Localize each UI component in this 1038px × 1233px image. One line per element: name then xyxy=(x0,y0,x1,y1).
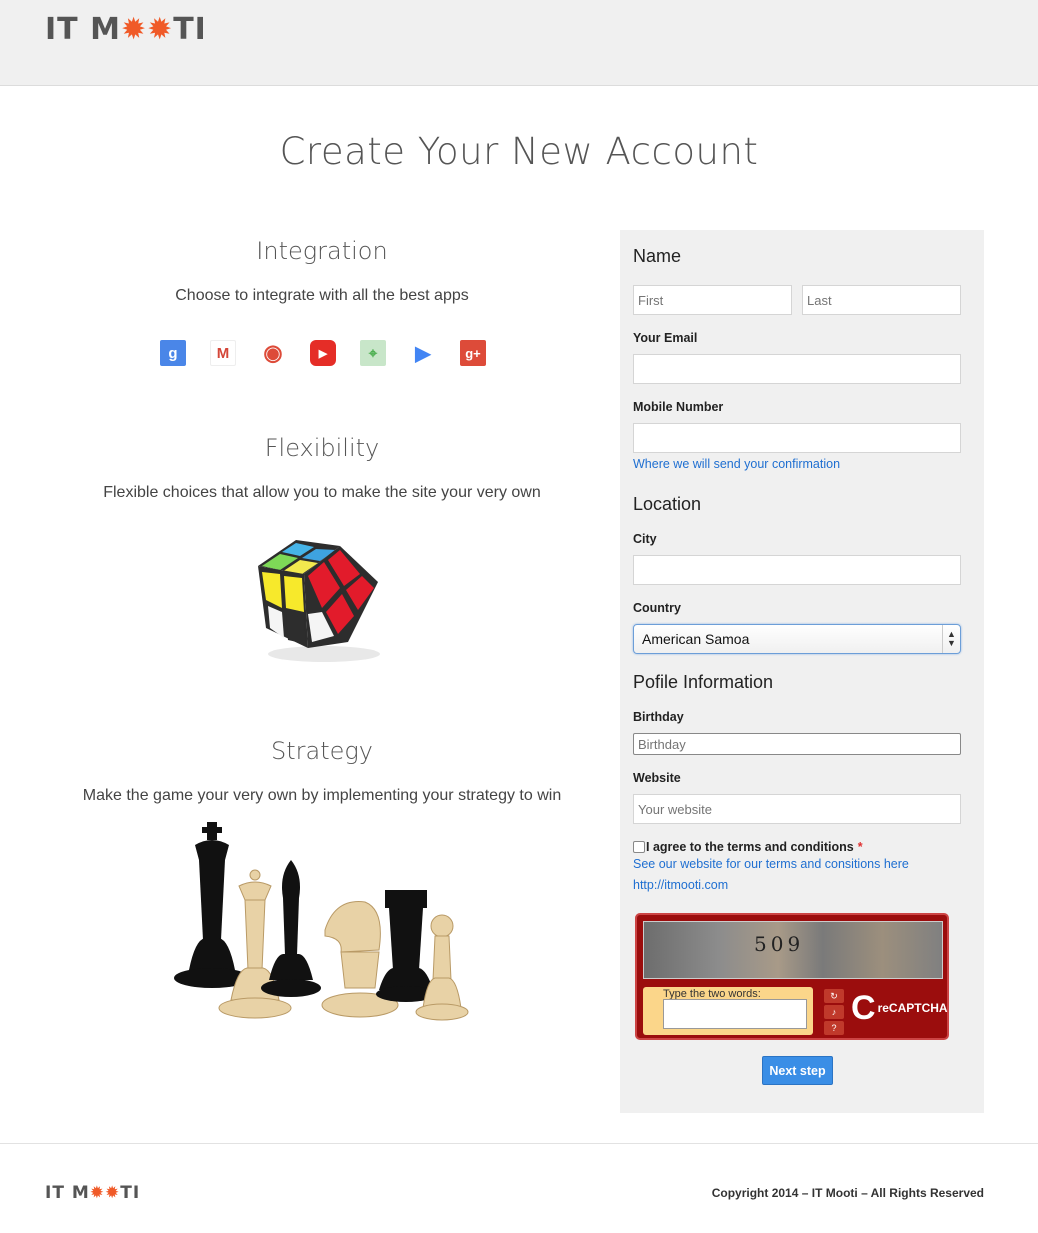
birthday-input[interactable] xyxy=(633,733,961,755)
chess-pieces-image xyxy=(174,822,469,1021)
mobile-input[interactable] xyxy=(633,423,961,453)
recaptcha-widget: 509 Type the two words: ↻ ♪ ? C reCAPTCH… xyxy=(635,913,949,1040)
google-plus-icon: g+ xyxy=(460,340,486,366)
itmooti-logo[interactable]: IT M ✹✹ TI xyxy=(45,12,207,47)
captcha-input[interactable] xyxy=(663,999,807,1029)
google-search-icon: g xyxy=(160,340,186,366)
chrome-icon: ◉ xyxy=(260,340,286,366)
email-label: Your Email xyxy=(633,331,698,345)
mobile-help-text: Where we will send your confirmation xyxy=(633,457,841,471)
refresh-icon[interactable]: ↻ xyxy=(824,989,844,1003)
country-label: Country xyxy=(633,601,681,615)
help-icon[interactable]: ? xyxy=(824,1021,844,1035)
app-icons: g M ◉ ▶ ⌖ ▶ g+ xyxy=(160,340,486,366)
first-name-input[interactable] xyxy=(633,285,792,315)
birthday-label: Birthday xyxy=(633,710,684,724)
gear-icon: ✹✹ xyxy=(120,12,174,47)
mobile-label: Mobile Number xyxy=(633,400,724,414)
strategy-text: Make the game your very own by implement… xyxy=(82,787,562,804)
required-mark: * xyxy=(857,840,863,854)
google-play-icon: ▶ xyxy=(410,340,436,366)
location-heading: Location xyxy=(633,494,702,514)
footer-divider xyxy=(0,1143,1038,1144)
footer-logo[interactable]: IT M ✹✹ TI xyxy=(45,1183,140,1203)
select-arrows-icon: ▲ ▼ xyxy=(942,625,960,653)
terms-agree-label: I agree to the terms and conditions * xyxy=(646,840,863,854)
terms-link[interactable]: See our website for our terms and consit… xyxy=(633,857,909,871)
footer-gear-icon: ✹✹ xyxy=(89,1183,121,1203)
flexibility-title: Flexibility xyxy=(264,434,380,462)
captcha-image: 509 xyxy=(643,921,943,979)
flexibility-text: Flexible choices that allow you to make … xyxy=(103,484,541,501)
integration-title: Integration xyxy=(256,237,388,265)
audio-icon[interactable]: ♪ xyxy=(824,1005,844,1019)
website-url-link[interactable]: http://itmooti.com xyxy=(633,878,728,892)
rubiks-cube-image xyxy=(258,540,380,662)
agree-text: I agree to the terms and conditions xyxy=(646,840,854,854)
page-title: Create Your New Account xyxy=(279,130,759,173)
recaptcha-logo: C reCAPTCHA xyxy=(851,991,948,1025)
country-select[interactable]: American Samoa ▲ ▼ xyxy=(633,624,961,654)
email-input[interactable] xyxy=(633,354,961,384)
footer-logo-suffix: TI xyxy=(120,1183,141,1203)
country-selected-value: American Samoa xyxy=(642,631,750,647)
city-label: City xyxy=(633,532,657,546)
header: IT M ✹✹ TI xyxy=(0,0,1038,86)
website-label: Website xyxy=(633,771,681,785)
profile-heading: Pofile Information xyxy=(633,672,774,692)
logo-text-suffix: TI xyxy=(173,12,207,47)
name-heading: Name xyxy=(633,246,682,266)
gmail-icon: M xyxy=(210,340,236,366)
google-maps-icon: ⌖ xyxy=(360,340,386,366)
strategy-title: Strategy xyxy=(271,737,373,765)
footer-logo-prefix: IT M xyxy=(45,1183,90,1203)
terms-checkbox[interactable] xyxy=(633,841,645,853)
recaptcha-arrow-icon: C xyxy=(851,989,876,1027)
captcha-digits: 509 xyxy=(754,932,805,956)
captcha-response-box: Type the two words: xyxy=(643,987,813,1035)
last-name-input[interactable] xyxy=(802,285,961,315)
next-step-button[interactable]: Next step xyxy=(762,1056,833,1085)
website-input[interactable] xyxy=(633,794,961,824)
recaptcha-brand: reCAPTCHA xyxy=(877,1001,948,1015)
youtube-icon: ▶ xyxy=(310,340,336,366)
city-input[interactable] xyxy=(633,555,961,585)
integration-text: Choose to integrate with all the best ap… xyxy=(175,287,469,304)
copyright-text: Copyright 2014 – IT Mooti – All Rights R… xyxy=(711,1186,984,1200)
logo-text-prefix: IT M xyxy=(45,12,121,47)
